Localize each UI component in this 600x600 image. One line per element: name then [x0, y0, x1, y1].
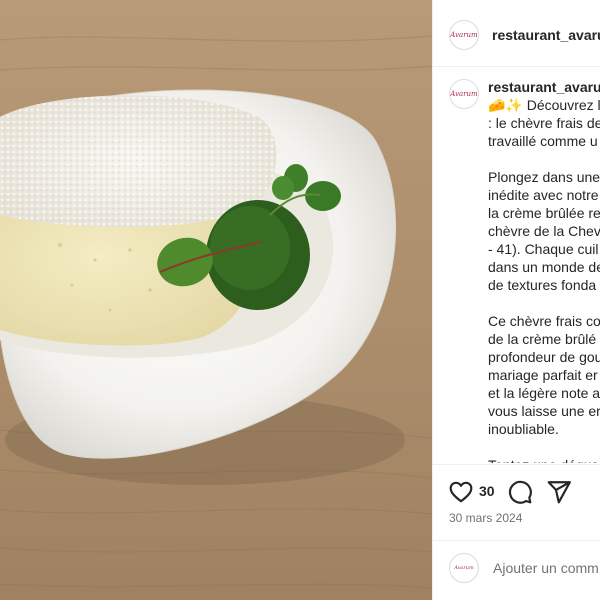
- caption-line: et la légère note a: [488, 385, 600, 401]
- post-header: Avarum restaurant_avaru: [433, 0, 600, 67]
- caption-line: - 41). Chaque cuil: [488, 241, 599, 257]
- caption-line: inoubliable.: [488, 421, 559, 437]
- avatar-logo: Avarum: [450, 90, 478, 98]
- caption-section: Avarum restaurant_avaru 🧀✨ Découvrez l':…: [433, 67, 600, 463]
- caption-avatar[interactable]: Avarum: [449, 79, 479, 109]
- caption-line: la crème brûlée re: [488, 205, 600, 221]
- heart-icon[interactable]: [448, 479, 474, 505]
- caption-paragraph: Tentez une dégus: [488, 456, 600, 463]
- comment-avatar: Avarum: [449, 553, 479, 583]
- caption-paragraph: 🧀✨ Découvrez l' : le chèvre frais de trava…: [488, 96, 600, 150]
- caption-line: Tentez une dégus: [488, 456, 600, 463]
- post-sidebar: Avarum restaurant_avaru Avarum restauran…: [432, 0, 600, 600]
- caption-line: chèvre de la Chev: [488, 223, 600, 239]
- post-actions: 30 30 mars 2024: [433, 464, 600, 541]
- caption-line: profondeur de gou: [488, 349, 600, 365]
- caption-paragraph: Ce chèvre frais co de la crème brûlé profo…: [488, 312, 600, 438]
- caption-line: de la crème brûlé: [488, 331, 597, 347]
- profile-avatar[interactable]: Avarum: [449, 20, 479, 50]
- caption-paragraph: Plongez dans une inédite avec notre la crè…: [488, 168, 600, 294]
- caption-line: Plongez dans une: [488, 169, 600, 185]
- dish-illustration: [0, 0, 432, 600]
- header-username[interactable]: restaurant_avaru: [492, 27, 600, 43]
- caption-text: 🧀✨ Découvrez l' : le chèvre frais de trava…: [488, 96, 600, 463]
- post-date[interactable]: 30 mars 2024: [449, 511, 522, 525]
- avatar-logo: Avarum: [450, 31, 478, 39]
- share-icon[interactable]: [546, 479, 572, 505]
- comment-bar: Avarum: [433, 540, 600, 600]
- like-count[interactable]: 30: [479, 483, 495, 499]
- caption-line: travaillé comme u: [488, 133, 598, 149]
- comment-input[interactable]: [493, 560, 600, 576]
- caption-username[interactable]: restaurant_avaru: [488, 79, 600, 95]
- caption-line: : le chèvre frais de: [488, 115, 600, 131]
- caption-line: inédite avec notre: [488, 187, 599, 203]
- caption-line: Ce chèvre frais co: [488, 313, 600, 329]
- avatar-logo: Avarum: [454, 565, 474, 571]
- caption-line: 🧀✨ Découvrez l': [488, 97, 600, 113]
- post-photo[interactable]: [0, 0, 432, 600]
- caption-line: de textures fonda: [488, 277, 597, 293]
- comment-icon[interactable]: [507, 479, 533, 505]
- caption-line: dans un monde de: [488, 259, 600, 275]
- caption-line: mariage parfait er: [488, 367, 598, 383]
- caption-line: vous laisse une er: [488, 403, 600, 419]
